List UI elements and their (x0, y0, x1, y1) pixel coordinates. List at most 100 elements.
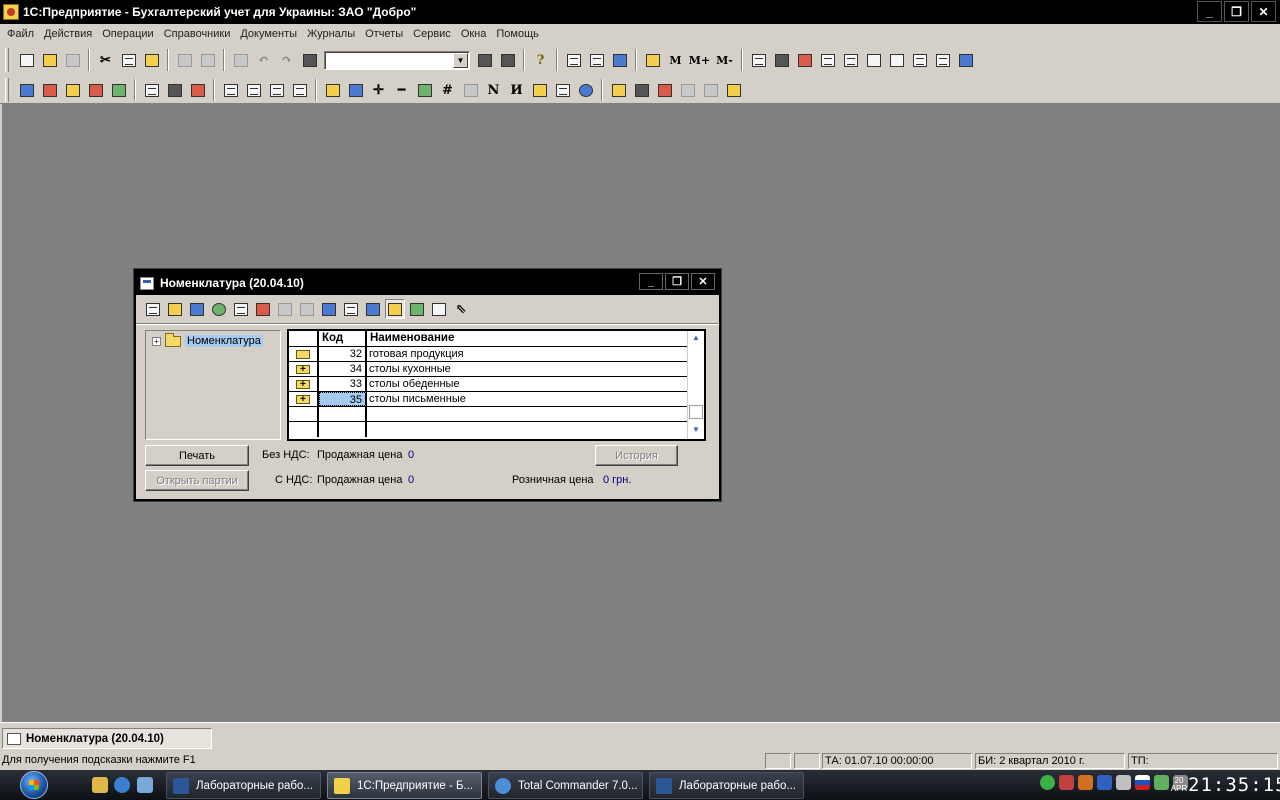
close-button[interactable]: ✕ (1251, 1, 1276, 22)
document-icon[interactable] (341, 299, 361, 319)
open-folder-icon[interactable] (40, 50, 60, 70)
minimize-button[interactable]: _ (1197, 1, 1222, 22)
constants-icon[interactable] (17, 80, 37, 100)
reel-icon[interactable] (165, 80, 185, 100)
print-icon[interactable] (175, 50, 195, 70)
plus-expander-icon[interactable]: + (152, 336, 161, 346)
plan-accounts-icon[interactable] (40, 80, 60, 100)
grid-scrollbar[interactable]: ▲ ▼ (687, 331, 704, 439)
hierarchy-tree-icon[interactable] (385, 299, 405, 319)
undo-icon[interactable]: ↶ (254, 50, 274, 70)
task-total-commander[interactable]: Total Commander 7.0... (488, 772, 643, 799)
invoice-icon[interactable] (244, 80, 264, 100)
menu-actions[interactable]: Действия (39, 28, 97, 40)
waybill-icon[interactable] (267, 80, 287, 100)
language-flag-icon[interactable] (1135, 775, 1150, 790)
volume-icon[interactable] (1116, 775, 1131, 790)
print-preview-icon[interactable] (198, 50, 218, 70)
app-icon[interactable] (3, 4, 19, 20)
hash-icon[interactable]: # (438, 80, 458, 100)
memory-m-button[interactable]: M (666, 50, 686, 70)
clock[interactable]: 20 APR 21:35:15 (1170, 774, 1280, 796)
journal-icon[interactable] (221, 80, 241, 100)
battery-icon[interactable] (1154, 775, 1169, 790)
delete-item-icon[interactable] (253, 299, 273, 319)
task-lab-works-2[interactable]: Лабораторные рабо... (649, 772, 804, 799)
menu-windows[interactable]: Окна (456, 28, 492, 40)
child-minimize-button[interactable]: _ (639, 273, 663, 290)
group-tree[interactable]: + Номенклатура (145, 330, 281, 440)
find-next-icon[interactable] (475, 50, 495, 70)
minus-icon[interactable]: ━ (392, 80, 412, 100)
ledger-icon[interactable] (63, 80, 83, 100)
report-2-icon[interactable] (818, 50, 838, 70)
hierarchy-list-icon[interactable] (407, 299, 427, 319)
binoculars-icon[interactable] (300, 50, 320, 70)
copy-item-icon[interactable] (187, 299, 207, 319)
show-desktop-icon[interactable] (137, 777, 153, 793)
scroll-up-icon[interactable]: ▲ (690, 333, 702, 345)
find-prev-icon[interactable] (498, 50, 518, 70)
key-icon[interactable] (297, 299, 317, 319)
person-icon[interactable] (609, 80, 629, 100)
grid-icon[interactable] (772, 50, 792, 70)
table-row-selected[interactable]: 35 столы письменные (289, 392, 687, 407)
history-button[interactable]: История (595, 445, 678, 466)
scroll-thumb[interactable] (689, 405, 703, 419)
calendar-icon[interactable] (587, 50, 607, 70)
toolbar-grip[interactable] (5, 48, 9, 72)
notes-icon[interactable] (530, 80, 550, 100)
move-item-icon[interactable] (275, 299, 295, 319)
new-icon[interactable] (17, 50, 37, 70)
table-row[interactable]: 32 готовая продукция (289, 347, 687, 362)
table-icon[interactable] (749, 50, 769, 70)
book-icon[interactable] (643, 50, 663, 70)
tray-app-2-icon[interactable] (1078, 775, 1093, 790)
paste-icon[interactable] (142, 50, 162, 70)
grid-header-code[interactable]: Код (319, 331, 367, 346)
payment-icon[interactable] (290, 80, 310, 100)
window-icon[interactable] (140, 276, 154, 290)
n-down-icon[interactable]: И (507, 80, 527, 100)
menu-reports[interactable]: Отчеты (360, 28, 408, 40)
tools-2-icon[interactable] (678, 80, 698, 100)
chart-icon[interactable] (956, 50, 976, 70)
search-icon[interactable] (209, 299, 229, 319)
antivirus-icon[interactable] (1040, 775, 1055, 790)
new-item-icon[interactable] (143, 299, 163, 319)
tools-4-icon[interactable] (724, 80, 744, 100)
redo-icon[interactable]: ↷ (277, 50, 297, 70)
child-maximize-button[interactable]: ❐ (665, 273, 689, 290)
edit-item-icon[interactable] (231, 299, 251, 319)
menu-help[interactable]: Помощь (491, 28, 544, 40)
dm-icon[interactable] (188, 80, 208, 100)
menu-file[interactable]: Файл (2, 28, 39, 40)
n-up-icon[interactable]: N (484, 80, 504, 100)
save-icon[interactable] (63, 50, 83, 70)
upload-icon[interactable] (109, 80, 129, 100)
copy-doc-icon[interactable] (346, 80, 366, 100)
context-help-icon[interactable]: ⇖ (451, 299, 471, 319)
items-grid[interactable]: Код Наименование 32 готовая продукция 34… (287, 329, 706, 441)
globe-icon[interactable] (576, 80, 596, 100)
edit-icon[interactable] (610, 50, 630, 70)
calculator-icon[interactable] (564, 50, 584, 70)
restore-button[interactable]: ❐ (1224, 1, 1249, 22)
menu-operations[interactable]: Операции (97, 28, 158, 40)
menu-documents[interactable]: Документы (235, 28, 302, 40)
text-icon[interactable] (864, 50, 884, 70)
new-group-icon[interactable] (165, 299, 185, 319)
print-list-icon[interactable] (363, 299, 383, 319)
link-icon[interactable] (461, 80, 481, 100)
team-icon[interactable] (632, 80, 652, 100)
start-button[interactable] (10, 771, 58, 799)
operations-icon[interactable] (86, 80, 106, 100)
memory-m-minus-button[interactable]: M- (714, 50, 736, 70)
menu-journals[interactable]: Журналы (302, 28, 360, 40)
book-open-icon[interactable] (323, 80, 343, 100)
text-2-icon[interactable] (887, 50, 907, 70)
media-player-icon[interactable] (114, 777, 130, 793)
nomenclature-title-bar[interactable]: Номенклатура (20.04.10) _ ❐ ✕ (136, 271, 719, 295)
grid-header-name[interactable]: Наименование (367, 331, 687, 346)
copy-icon[interactable] (119, 50, 139, 70)
